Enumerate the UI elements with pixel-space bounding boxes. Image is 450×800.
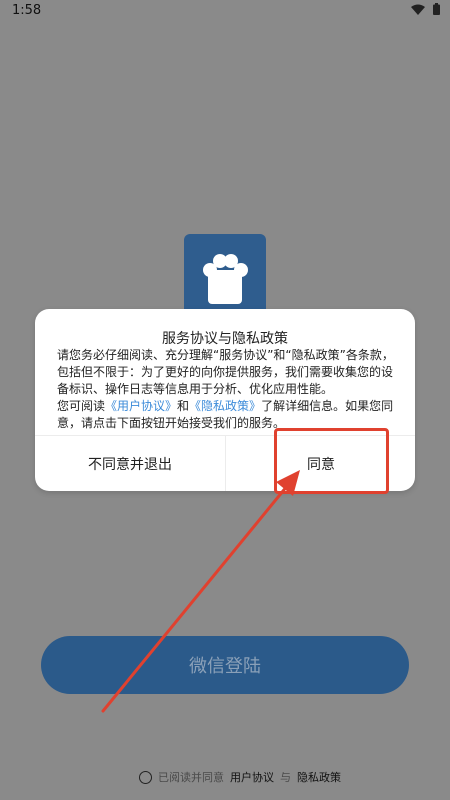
paw-icon bbox=[203, 254, 248, 304]
dialog-user-agreement-link[interactable]: 《用户协议》 bbox=[105, 399, 177, 413]
status-bar: 1:58 bbox=[0, 0, 450, 22]
agree-highlight-box bbox=[274, 428, 389, 494]
status-icons bbox=[411, 3, 440, 15]
wifi-icon bbox=[411, 4, 425, 15]
dialog-text-read: 您可阅读 bbox=[57, 399, 106, 413]
battery-icon bbox=[433, 3, 440, 15]
privacy-policy-link[interactable]: 隐私政策 bbox=[297, 769, 341, 785]
dialog-body: 请您务必仔细阅读、充分理解“服务协议”和“隐私政策”各条款，包括但不限于：为了更… bbox=[57, 347, 397, 432]
agreement-row: 已阅读并同意 用户协议 与 隐私政策 bbox=[139, 768, 341, 786]
dialog-text-and: 和 bbox=[177, 399, 190, 413]
status-time: 1:58 bbox=[12, 3, 42, 18]
dialog-paragraph-2: 您可阅读《用户协议》和《隐私政策》了解详细信息。如果您同意，请点击下面按钮开始接… bbox=[57, 398, 397, 432]
agreement-prefix: 已阅读并同意 bbox=[158, 771, 224, 784]
dialog-paragraph-1: 请您务必仔细阅读、充分理解“服务协议”和“隐私政策”各条款，包括但不限于：为了更… bbox=[57, 348, 394, 396]
agreement-separator: 与 bbox=[280, 771, 291, 784]
user-agreement-link[interactable]: 用户协议 bbox=[230, 769, 274, 785]
wechat-login-button[interactable]: 微信登陆 bbox=[41, 636, 409, 694]
dialog-title: 服务协议与隐私政策 bbox=[162, 331, 288, 347]
agreement-checkbox[interactable] bbox=[139, 770, 152, 784]
app-logo bbox=[184, 234, 266, 316]
dialog-privacy-policy-link[interactable]: 《隐私政策》 bbox=[189, 399, 261, 413]
decline-exit-button[interactable]: 不同意并退出 bbox=[35, 436, 225, 491]
